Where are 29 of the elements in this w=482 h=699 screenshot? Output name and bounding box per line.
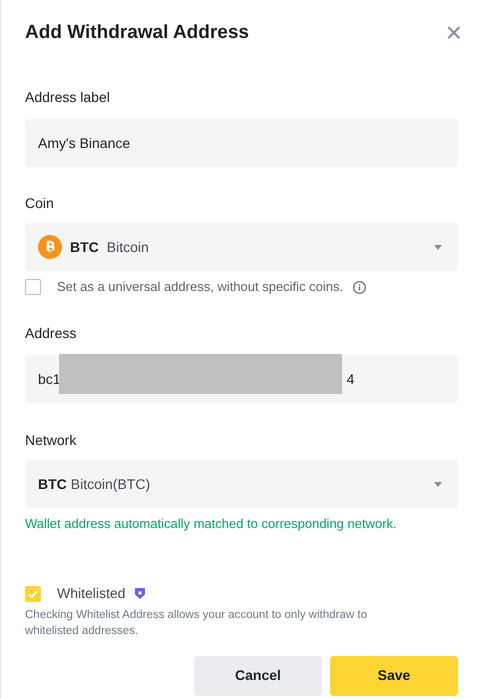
checkbox[interactable]: [25, 279, 41, 295]
address-start: bc1: [38, 370, 61, 388]
checkbox-label: Set as a universal address, without specific coins.: [57, 278, 344, 296]
checkmark-icon: [28, 590, 38, 598]
caret-icon: [434, 482, 442, 486]
input-field[interactable]: Amy's Binance: [25, 119, 458, 167]
network-select[interactable]: BTC Bitcoin(BTC): [25, 460, 458, 508]
input-field[interactable]: bc1 4: [25, 355, 458, 403]
field-label: Address: [25, 324, 78, 343]
field-label: Coin: [25, 194, 55, 213]
whitelist-description: Checking Whitelist Address allows your account to only withdraw to whitelisted addresses.: [25, 608, 368, 638]
coin-symbol: BTC: [70, 238, 99, 256]
shield-icon: [135, 588, 146, 599]
address-end: 4: [346, 370, 354, 388]
network-hint: Wallet address automatically matched to corresponding network.: [25, 515, 398, 533]
coin-name: Bitcoin: [106, 238, 149, 256]
field-label: Address label: [25, 88, 111, 107]
cancel-button[interactable]: Cancel: [194, 656, 322, 696]
checkbox-label: Whitelisted: [57, 584, 126, 603]
save-button[interactable]: Save: [330, 656, 458, 696]
caret-icon: [434, 244, 442, 250]
coin-select[interactable]: BTC Bitcoin: [25, 223, 458, 271]
network-name: Bitcoin(BTC): [70, 474, 150, 494]
field-label: Network: [25, 431, 78, 450]
dialog-title: Add Withdrawal Address: [25, 20, 249, 45]
bitcoin-icon: [38, 235, 62, 259]
info-icon: [353, 280, 366, 294]
checkbox[interactable]: [25, 586, 41, 602]
network-symbol: BTC: [38, 474, 67, 494]
